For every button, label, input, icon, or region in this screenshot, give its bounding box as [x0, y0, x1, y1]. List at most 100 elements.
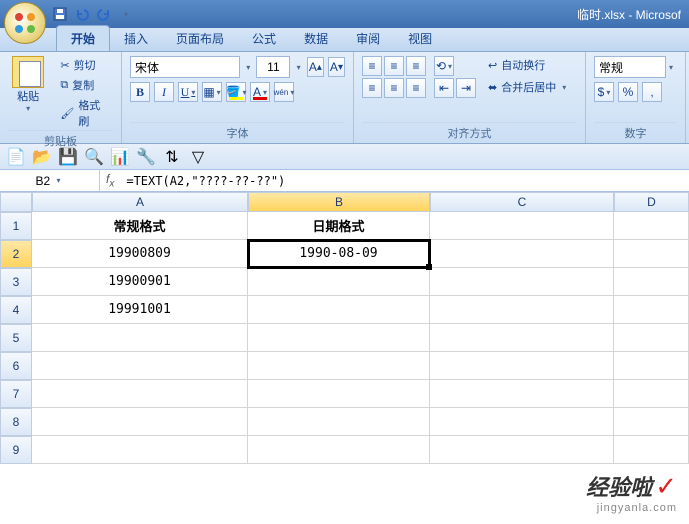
- namebox-dropdown-icon[interactable]: ▾: [54, 176, 64, 185]
- font-color-button[interactable]: A: [250, 82, 270, 102]
- wrap-text-button[interactable]: ↩自动换行: [484, 56, 570, 74]
- align-middle-icon[interactable]: ≡: [384, 56, 404, 76]
- font-name-dropdown-icon[interactable]: ▾: [244, 63, 252, 72]
- align-right-icon[interactable]: ≡: [406, 78, 426, 98]
- cell-c8[interactable]: [430, 408, 614, 436]
- cell-b2[interactable]: 1990-08-09: [248, 240, 430, 268]
- redo-icon[interactable]: [96, 6, 112, 22]
- row-header-2[interactable]: 2: [0, 240, 32, 268]
- phonetic-button[interactable]: wén: [274, 82, 294, 102]
- cell-a4[interactable]: 19991001: [32, 296, 248, 324]
- save-icon-2[interactable]: 💾: [58, 147, 78, 167]
- row-header-6[interactable]: 6: [0, 352, 32, 380]
- cell-d8[interactable]: [614, 408, 689, 436]
- cell-c7[interactable]: [430, 380, 614, 408]
- sort-icon[interactable]: ⇅: [162, 147, 182, 167]
- col-header-c[interactable]: C: [430, 192, 614, 212]
- cell-a9[interactable]: [32, 436, 248, 464]
- cell-c4[interactable]: [430, 296, 614, 324]
- align-top-icon[interactable]: ≡: [362, 56, 382, 76]
- border-button[interactable]: ▦: [202, 82, 222, 102]
- col-header-a[interactable]: A: [32, 192, 248, 212]
- cell-b4[interactable]: [248, 296, 430, 324]
- comma-button[interactable]: ,: [642, 82, 662, 102]
- cell-c3[interactable]: [430, 268, 614, 296]
- office-button[interactable]: [4, 2, 46, 44]
- cell-d9[interactable]: [614, 436, 689, 464]
- cell-a8[interactable]: [32, 408, 248, 436]
- tab-layout[interactable]: 页面布局: [162, 26, 238, 51]
- fx-icon[interactable]: fx: [106, 172, 114, 189]
- save-icon[interactable]: [52, 6, 68, 22]
- row-header-9[interactable]: 9: [0, 436, 32, 464]
- row-header-8[interactable]: 8: [0, 408, 32, 436]
- cell-d3[interactable]: [614, 268, 689, 296]
- cell-d1[interactable]: [614, 212, 689, 240]
- orientation-button[interactable]: ⟲: [434, 56, 454, 76]
- merge-center-button[interactable]: ⬌合并后居中: [484, 78, 570, 96]
- tab-view[interactable]: 视图: [394, 26, 446, 51]
- cell-d5[interactable]: [614, 324, 689, 352]
- spreadsheet-grid[interactable]: A B C D 1 常规格式 日期格式 2 19900809 1990-08-0…: [0, 192, 689, 464]
- fill-color-button[interactable]: 🪣: [226, 82, 246, 102]
- tool-icon[interactable]: 🔧: [136, 147, 156, 167]
- cell-b9[interactable]: [248, 436, 430, 464]
- cell-a1[interactable]: 常规格式: [32, 212, 248, 240]
- row-header-7[interactable]: 7: [0, 380, 32, 408]
- cell-d7[interactable]: [614, 380, 689, 408]
- cell-a3[interactable]: 19900901: [32, 268, 248, 296]
- decrease-indent-icon[interactable]: ⇤: [434, 78, 454, 98]
- col-header-b[interactable]: B: [248, 192, 430, 212]
- font-size-select[interactable]: [256, 56, 290, 78]
- tab-formulas[interactable]: 公式: [238, 26, 290, 51]
- tab-review[interactable]: 审阅: [342, 26, 394, 51]
- number-format-select[interactable]: [594, 56, 666, 78]
- currency-button[interactable]: $: [594, 82, 614, 102]
- format-painter-button[interactable]: 🖌格式刷: [56, 96, 113, 130]
- row-header-5[interactable]: 5: [0, 324, 32, 352]
- align-center-icon[interactable]: ≡: [384, 78, 404, 98]
- underline-button[interactable]: U: [178, 82, 198, 102]
- align-bottom-icon[interactable]: ≡: [406, 56, 426, 76]
- chart-icon[interactable]: 📊: [110, 147, 130, 167]
- tab-insert[interactable]: 插入: [110, 26, 162, 51]
- cell-a7[interactable]: [32, 380, 248, 408]
- copy-button[interactable]: ⧉复制: [56, 76, 113, 94]
- row-header-4[interactable]: 4: [0, 296, 32, 324]
- tab-data[interactable]: 数据: [290, 26, 342, 51]
- cell-b1[interactable]: 日期格式: [248, 212, 430, 240]
- percent-button[interactable]: %: [618, 82, 638, 102]
- cell-c6[interactable]: [430, 352, 614, 380]
- select-all-corner[interactable]: [0, 192, 32, 212]
- cell-c2[interactable]: [430, 240, 614, 268]
- cell-d2[interactable]: [614, 240, 689, 268]
- formula-input[interactable]: =TEXT(A2,"????-??-??"): [120, 174, 689, 188]
- undo-icon[interactable]: [74, 6, 90, 22]
- cell-b8[interactable]: [248, 408, 430, 436]
- cut-button[interactable]: ✂剪切: [56, 56, 113, 74]
- italic-button[interactable]: I: [154, 82, 174, 102]
- font-name-select[interactable]: [130, 56, 240, 78]
- col-header-d[interactable]: D: [614, 192, 689, 212]
- cell-d4[interactable]: [614, 296, 689, 324]
- row-header-1[interactable]: 1: [0, 212, 32, 240]
- cell-c5[interactable]: [430, 324, 614, 352]
- decrease-font-icon[interactable]: A▾: [328, 57, 345, 77]
- cell-a2[interactable]: 19900809: [32, 240, 248, 268]
- tab-home[interactable]: 开始: [56, 25, 110, 51]
- increase-font-icon[interactable]: A▴: [307, 57, 324, 77]
- number-format-dropdown-icon[interactable]: ▾: [666, 56, 676, 78]
- name-box[interactable]: B2 ▾: [0, 170, 100, 191]
- cell-b7[interactable]: [248, 380, 430, 408]
- cell-b3[interactable]: [248, 268, 430, 296]
- cell-b5[interactable]: [248, 324, 430, 352]
- cell-d6[interactable]: [614, 352, 689, 380]
- new-icon[interactable]: 📄: [6, 147, 26, 167]
- cell-c9[interactable]: [430, 436, 614, 464]
- row-header-3[interactable]: 3: [0, 268, 32, 296]
- increase-indent-icon[interactable]: ⇥: [456, 78, 476, 98]
- cell-a6[interactable]: [32, 352, 248, 380]
- cell-a5[interactable]: [32, 324, 248, 352]
- qat-dropdown-icon[interactable]: ▾: [118, 6, 134, 22]
- font-size-dropdown-icon[interactable]: ▾: [294, 63, 302, 72]
